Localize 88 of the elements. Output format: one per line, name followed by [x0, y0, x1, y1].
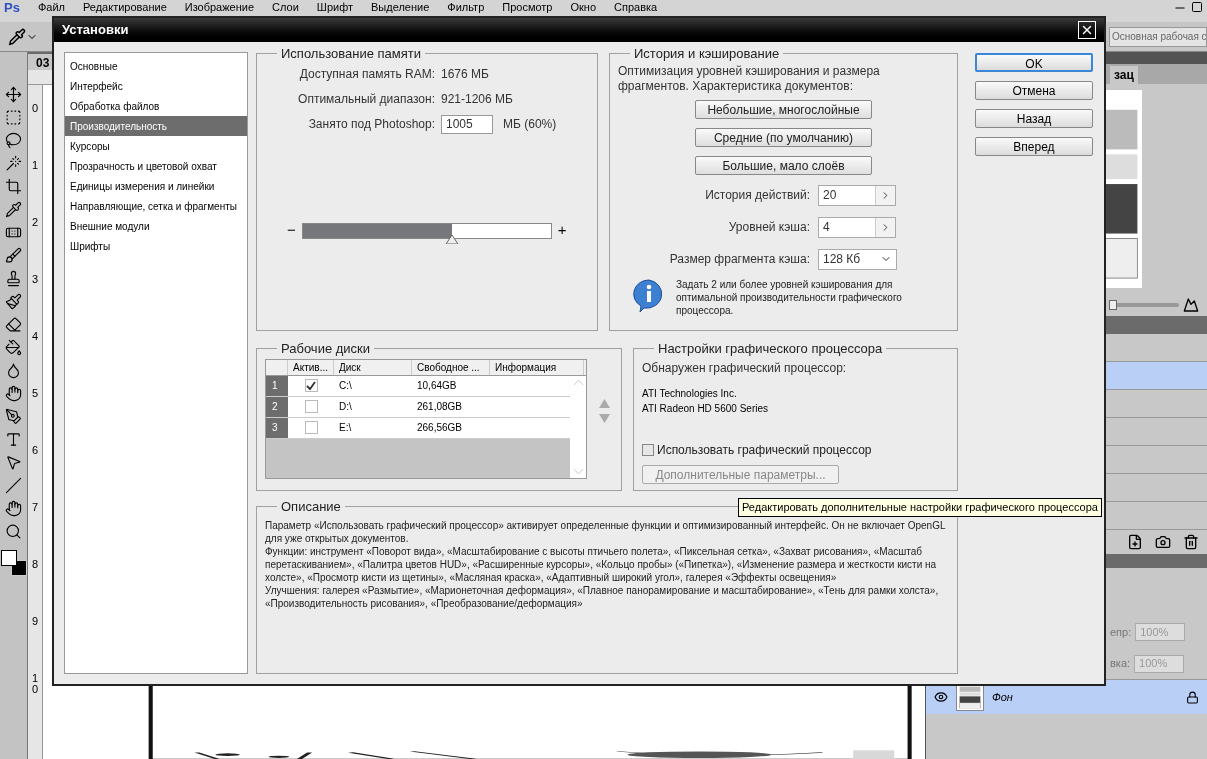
menu-item[interactable]: Окно: [570, 1, 597, 14]
app-logo: Ps: [4, 1, 20, 14]
gpu-vendor: ATI Technologies Inc.: [642, 386, 738, 401]
fill-label: вка:: [1110, 656, 1131, 672]
ruler-mark: 4: [31, 331, 39, 342]
menu-item[interactable]: Шрифт: [316, 1, 353, 14]
number-stepper[interactable]: 20: [818, 184, 896, 206]
ruler-mark: 2: [31, 217, 39, 228]
ruler-mark: 5: [31, 388, 39, 399]
menu-item[interactable]: Файл: [37, 1, 65, 14]
column-header[interactable]: Диск: [334, 359, 412, 375]
row-number: 2: [266, 396, 288, 417]
menu-item[interactable]: Фильтр: [447, 1, 485, 14]
gpu-model: ATI Radeon HD 5600 Series: [642, 401, 769, 416]
disk-cell-text: C:\: [338, 379, 353, 393]
column-header[interactable]: Актив...: [288, 359, 334, 375]
history-description: Оптимизация уровней кэширования и размера фрагментов. Характеристика документов:: [618, 63, 881, 94]
memory-value: 921-1206 МБ: [441, 90, 514, 108]
memory-unit: МБ (60%): [503, 116, 557, 133]
category-item[interactable]: Курсоры: [65, 136, 247, 156]
category-item[interactable]: Единицы измерения и линейки: [65, 176, 247, 196]
workspace-field[interactable]: Основная рабочая с: [1109, 26, 1207, 47]
tooltip: Редактировать дополнительные настройки графического процессора: [738, 498, 1102, 517]
menu-item[interactable]: Изображение: [184, 1, 255, 14]
group-title: История и кэширование: [633, 45, 781, 63]
category-item[interactable]: Основные: [65, 56, 247, 76]
opacity-label: епр:: [1110, 624, 1132, 640]
menu-item[interactable]: Просмотр: [502, 1, 553, 14]
cache-label: Размер фрагмента кэша:: [668, 251, 810, 268]
info-note: Задать 2 или более уровней кэширования для оптимальной производительности графического процессора.: [676, 277, 903, 317]
memory-input[interactable]: 1005: [441, 114, 493, 134]
column-header[interactable]: Свободное ...: [412, 359, 490, 375]
preset-button[interactable]: Большие, мало слоёв: [695, 155, 872, 175]
dialog-button[interactable]: Вперед: [975, 137, 1093, 156]
plus-label: +: [557, 220, 567, 241]
category-item[interactable]: Шрифты: [65, 236, 247, 256]
window-title: Установки: [62, 21, 129, 40]
memory-label: Занято под Photoshop:: [307, 116, 435, 133]
free-space-cell-text: 266,56GB: [416, 421, 464, 435]
free-space-cell-text: 10,64GB: [416, 379, 458, 393]
row-number: 1: [266, 375, 288, 396]
category-item[interactable]: Прозрачность и цветовой охват: [65, 156, 247, 176]
category-item[interactable]: Обработка файлов: [65, 96, 247, 116]
ruler-mark: 8: [31, 559, 39, 570]
preset-button[interactable]: Небольшие, многослойные: [695, 99, 872, 119]
description-text: Параметр «Использовать графический процессор» активирует определенные функции и оптимизированный интерфейс. Он не включает OpenGL для уже открытых документов.: [265, 518, 947, 545]
description-text: Улучшения: галерея «Размытие», «Марионеточная деформация», «Плавное панорамирование и масштабирование», «Тень для рамки холста», «Производительность рисования», «Преобразование/деформация»: [265, 583, 940, 610]
ruler-mark: 3: [31, 274, 39, 285]
menu-item[interactable]: Выделение: [371, 1, 430, 14]
preset-button[interactable]: Средние (по умолчанию): [695, 127, 872, 147]
row-number: 3: [266, 417, 288, 438]
memory-label: Оптимальный диапазон:: [297, 90, 435, 108]
ruler-mark: 7: [31, 502, 39, 513]
ruler-mark: 10: [31, 673, 39, 695]
dialog-button[interactable]: Назад: [975, 109, 1093, 128]
gpu-checkbox-label: Использовать графический процессор: [657, 441, 872, 459]
memory-label: Доступная память RAM:: [298, 65, 435, 83]
minus-label: −: [287, 220, 296, 241]
ruler-mark: 1: [31, 160, 39, 171]
group-title: Настройки графического процессора: [657, 340, 884, 358]
ruler-mark: 9: [31, 616, 39, 627]
dialog-button[interactable]: Отмена: [975, 81, 1093, 100]
group-title: Рабочие диски: [280, 340, 372, 358]
category-item[interactable]: Направляющие, сетка и фрагменты: [65, 196, 247, 216]
free-space-cell-text: 261,08GB: [416, 400, 464, 414]
menu-item[interactable]: Редактирование: [82, 1, 167, 14]
ruler-mark: 0: [31, 103, 39, 114]
size-dropdown[interactable]: 128 Кб: [818, 248, 897, 270]
column-header[interactable]: Информация: [490, 359, 584, 375]
cache-label: История действий:: [704, 187, 810, 204]
dialog-button[interactable]: OK: [975, 53, 1093, 72]
gpu-detected: Обнаружен графический процессор:: [642, 359, 848, 377]
memory-value: 1676 МБ: [441, 65, 490, 83]
description-text: Функции: инструмент «Поворот вида», «Масштабирование с высоты птичьего полета», «Пиксельная сетка», «Захват рисования», «Масштаб перетаскиванием», «Палитра цветов HUD», «Расширенные курсоры», «Кольцо пробы» («Пипетка»), «Изменение размера и жесткости кисти на холсте», «Просмотр кисти из щетины», «Масляная краска», «Адаптивный широкий угол», галерея «Эффекты освещения»: [265, 544, 938, 584]
category-item[interactable]: Интерфейс: [65, 76, 247, 96]
menu-item[interactable]: Слои: [272, 1, 299, 14]
menu-item[interactable]: Справка: [614, 1, 658, 14]
layer-name: Фон: [992, 689, 1013, 705]
category-item[interactable]: Внешние модули: [65, 216, 247, 236]
cache-label: Уровней кэша:: [727, 219, 810, 236]
disk-cell-text: D:\: [338, 400, 353, 414]
group-title: Описание: [280, 498, 342, 516]
category-item[interactable]: Производительность: [65, 116, 247, 136]
ruler-mark: 6: [31, 445, 39, 456]
panel-tab[interactable]: зац: [1110, 66, 1138, 84]
number-stepper[interactable]: 4: [818, 216, 896, 238]
disk-cell-text: E:\: [338, 421, 353, 435]
group-title: Использование памяти: [280, 45, 422, 63]
